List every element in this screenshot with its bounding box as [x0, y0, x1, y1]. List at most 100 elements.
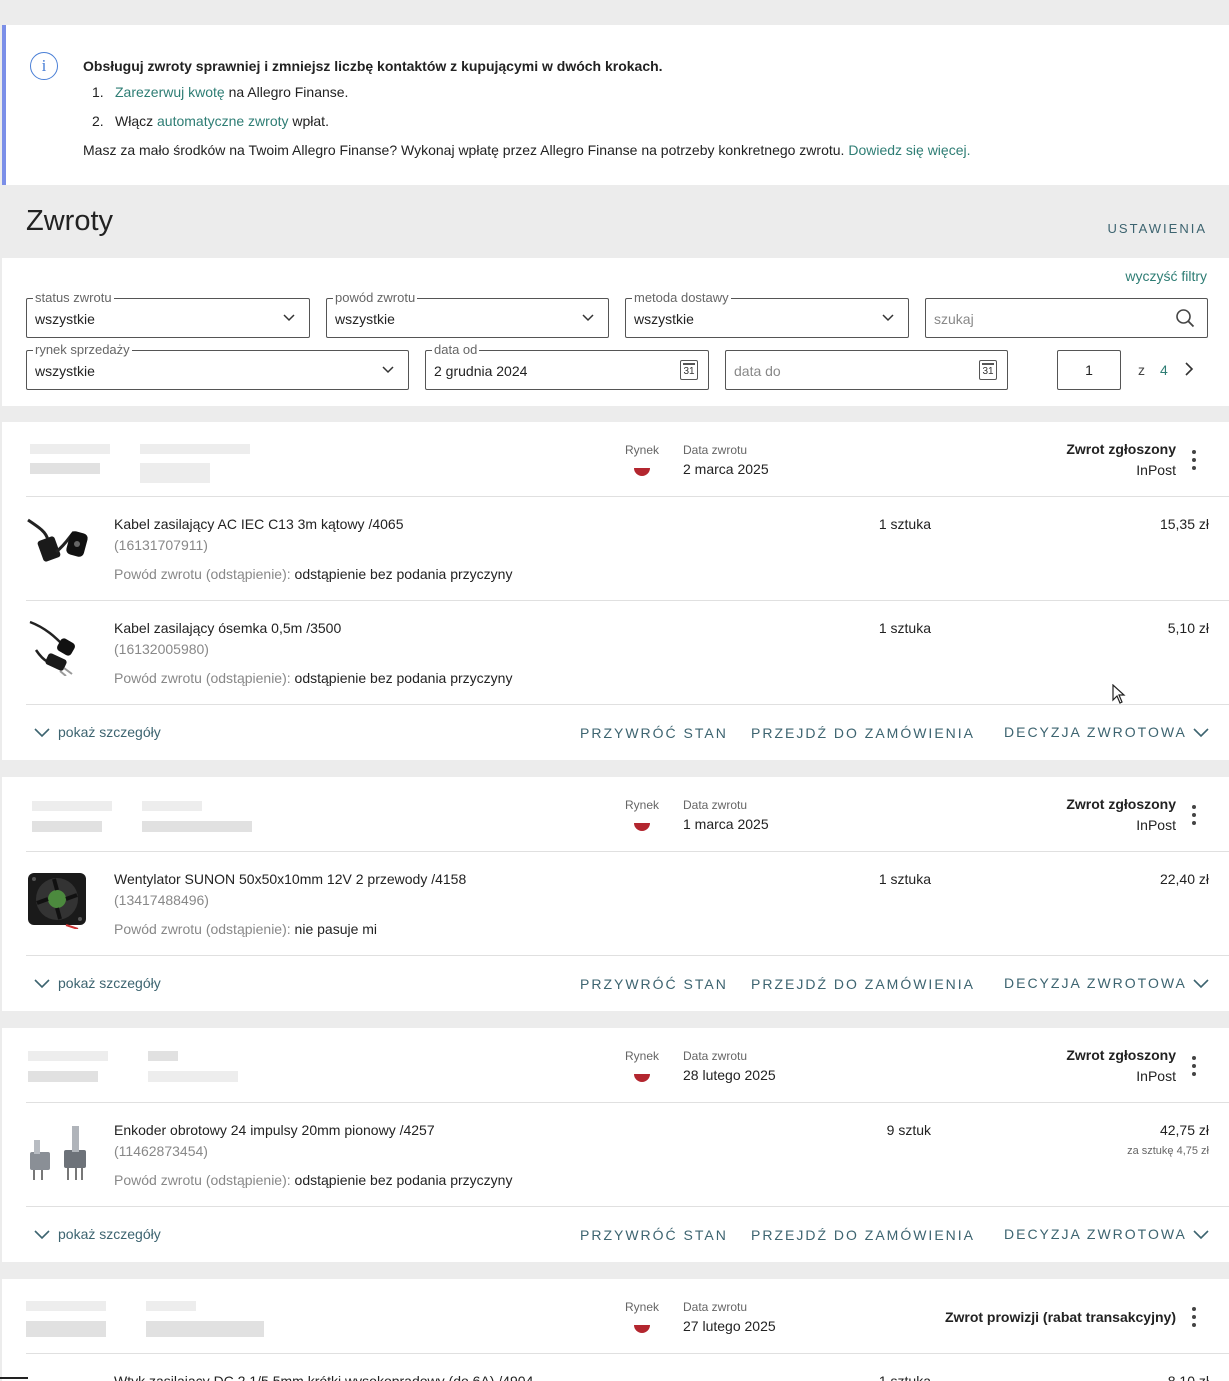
field-value: wszystkie: [634, 311, 694, 327]
return-reason: Powód zwrotu (odstąpienie): odstąpienie …: [114, 1172, 512, 1188]
go-to-order-button[interactable]: PRZEJDŹ DO ZAMÓWIENIA: [751, 725, 975, 741]
return-card: Rynek Data zwrotu 28 lutego 2025 Zwrot z…: [2, 1028, 1229, 1262]
reserve-amount-link[interactable]: Zarezerwuj kwotę: [115, 84, 225, 100]
more-options-icon[interactable]: [1192, 1056, 1196, 1080]
field-label: data od: [432, 342, 480, 358]
carrier: InPost: [1136, 817, 1176, 833]
redacted-text: [148, 1051, 178, 1061]
clear-filters-link[interactable]: wyczyść filtry: [1125, 268, 1207, 284]
date-to-input[interactable]: data do 31: [725, 350, 1008, 390]
carrier: InPost: [1136, 1068, 1176, 1084]
more-options-icon[interactable]: [1192, 805, 1196, 829]
return-decision-button[interactable]: DECYZJA ZWROTOWA: [1004, 724, 1209, 740]
reason-value: odstąpienie bez podania przyczyny: [294, 1172, 513, 1188]
show-details-toggle[interactable]: pokaż szczegóły: [34, 975, 161, 991]
banner-step-1: 1. Zarezerwuj kwotę na Allegro Finanse.: [92, 84, 348, 100]
return-date-label: Data zwrotu: [683, 1300, 748, 1314]
item-price: 15,35 zł: [1159, 516, 1209, 532]
chevron-down-icon: [1193, 728, 1209, 738]
divider: [26, 851, 1229, 852]
redacted-text: [140, 463, 210, 483]
redacted-text: [146, 1301, 196, 1311]
date-from-input[interactable]: data od 2 grudnia 2024 31: [425, 342, 709, 390]
return-date: 28 lutego 2025: [683, 1067, 776, 1083]
step-text: na Allegro Finanse.: [224, 84, 349, 100]
return-reason: Powód zwrotu (odstąpienie): odstąpienie …: [114, 566, 512, 582]
return-date: 1 marca 2025: [683, 816, 769, 832]
chevron-down-icon: [382, 366, 394, 374]
item-price: 22,40 zł: [1159, 871, 1209, 887]
page-number-input[interactable]: 1: [1057, 350, 1121, 390]
item-name[interactable]: Wentylator SUNON 50x50x10mm 12V 2 przewo…: [114, 871, 466, 887]
calendar-icon[interactable]: 31: [979, 360, 997, 380]
item-price: 8,10 zł: [1167, 1373, 1209, 1381]
divider: [0, 1377, 28, 1379]
calendar-icon[interactable]: 31: [680, 360, 698, 380]
go-to-order-button[interactable]: PRZEJDŹ DO ZAMÓWIENIA: [751, 976, 975, 992]
restore-stock-button[interactable]: PRZYWRÓĆ STAN: [580, 1227, 728, 1243]
go-to-order-button[interactable]: PRZEJDŹ DO ZAMÓWIENIA: [751, 1227, 975, 1243]
restore-stock-button[interactable]: PRZYWRÓĆ STAN: [580, 976, 728, 992]
divider: [26, 600, 1229, 601]
item-name[interactable]: Kabel zasilający AC IEC C13 3m kątowy /4…: [114, 516, 403, 532]
settings-link[interactable]: USTAWIENIA: [1108, 221, 1207, 236]
learn-more-link[interactable]: Dowiedz się więcej.: [848, 142, 970, 158]
info-icon: i: [30, 52, 58, 80]
reason-value: odstąpienie bez podania przyczyny: [294, 670, 513, 686]
banner-title: Obsługuj zwroty sprawniej i zmniejsz lic…: [83, 58, 663, 74]
show-details-toggle[interactable]: pokaż szczegóły: [34, 724, 161, 740]
redacted-text: [140, 444, 250, 454]
item-name[interactable]: Kabel zasilający ósemka 0,5m /3500: [114, 620, 341, 636]
status-select[interactable]: status zwrotu wszystkie: [26, 290, 310, 338]
redacted-text: [26, 1321, 106, 1337]
redacted-text: [148, 1071, 238, 1082]
item-quantity: 1 sztuka: [878, 620, 931, 636]
auto-returns-link[interactable]: automatyczne zwroty: [157, 113, 289, 129]
reason-select[interactable]: powód zwrotu wszystkie: [326, 290, 609, 338]
return-decision-label: DECYZJA ZWROTOWA: [1004, 1226, 1187, 1242]
market-label: Rynek: [625, 1049, 660, 1063]
return-decision-label: DECYZJA ZWROTOWA: [1004, 975, 1187, 991]
show-details-toggle[interactable]: pokaż szczegóły: [34, 1226, 161, 1242]
item-id: (11462873454): [114, 1143, 208, 1159]
return-card: Rynek Data zwrotu 27 lutego 2025 Zwrot p…: [2, 1279, 1229, 1381]
item-name[interactable]: Enkoder obrotowy 24 impulsy 20mm pionowy…: [114, 1122, 435, 1138]
pager-of-label: z: [1138, 362, 1145, 378]
item-quantity: 1 sztuka: [878, 871, 931, 887]
search-icon[interactable]: [1175, 308, 1195, 328]
return-decision-button[interactable]: DECYZJA ZWROTOWA: [1004, 975, 1209, 991]
item-price: 5,10 zł: [1167, 620, 1209, 636]
field-value: wszystkie: [335, 311, 395, 327]
market-label: Rynek: [625, 798, 660, 812]
return-decision-button[interactable]: DECYZJA ZWROTOWA: [1004, 1226, 1209, 1242]
chevron-down-icon: [283, 314, 295, 322]
return-date: 27 lutego 2025: [683, 1318, 776, 1334]
item-name[interactable]: Wtyk zasilający DC 2,1/5,5mm krótki wyso…: [114, 1373, 533, 1381]
item-unit-price: za sztukę 4,75 zł: [1127, 1145, 1209, 1157]
return-date-label: Data zwrotu: [683, 798, 748, 812]
chevron-down-icon: [34, 979, 50, 989]
item-id: (16131707911): [114, 537, 208, 553]
reason-label: Powód zwrotu (odstąpienie):: [114, 921, 291, 937]
delivery-select[interactable]: metoda dostawy wszystkie: [625, 290, 909, 338]
restore-stock-button[interactable]: PRZYWRÓĆ STAN: [580, 725, 728, 741]
market-select[interactable]: rynek sprzedaży wszystkie: [26, 342, 409, 390]
market-label: Rynek: [625, 443, 660, 457]
fan-icon: [28, 873, 86, 929]
market-flag-icon: [634, 823, 650, 831]
figure-eight-power-cable-icon: [29, 620, 75, 676]
market-flag-icon: [634, 1074, 650, 1082]
reason-label: Powód zwrotu (odstąpienie):: [114, 566, 291, 582]
pager-total-link[interactable]: 4: [1160, 362, 1168, 378]
return-decision-label: DECYZJA ZWROTOWA: [1004, 724, 1187, 740]
show-details-label: pokaż szczegóły: [58, 1226, 161, 1242]
redacted-text: [30, 444, 110, 454]
more-options-icon[interactable]: [1192, 450, 1196, 474]
search-input[interactable]: szukaj: [925, 298, 1208, 338]
show-details-label: pokaż szczegóły: [58, 975, 161, 991]
chevron-right-icon[interactable]: [1182, 362, 1196, 376]
more-options-icon[interactable]: [1192, 1307, 1196, 1331]
redacted-text: [142, 801, 202, 811]
item-quantity: 1 sztuka: [878, 1373, 931, 1381]
field-placeholder: data do: [734, 363, 781, 379]
